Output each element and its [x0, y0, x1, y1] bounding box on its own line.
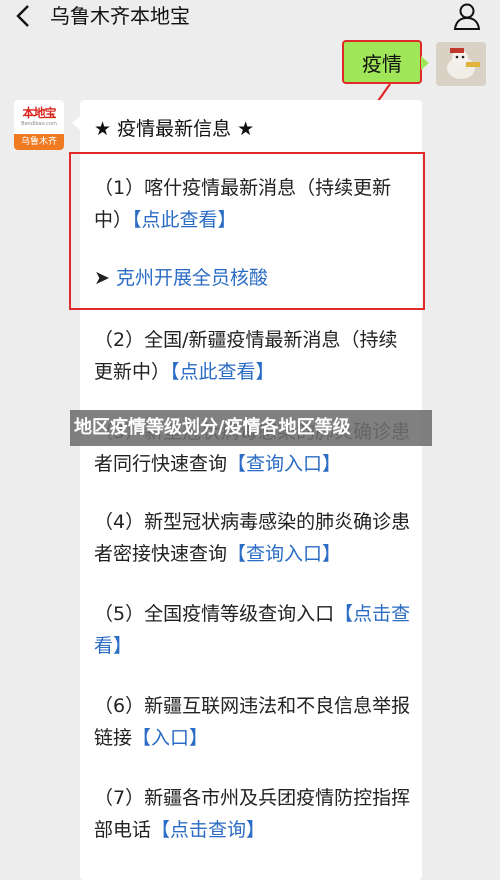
- message-title: ★ 疫情最新信息 ★: [94, 118, 255, 140]
- list-item: （4）新型冠状病毒感染的肺炎确诊患者密接快速查询【查询入口】: [94, 506, 412, 570]
- item-link[interactable]: 【点击查询】: [151, 819, 265, 841]
- outgoing-message-bubble[interactable]: 疫情: [342, 40, 429, 84]
- item-text: ➤: [94, 267, 116, 289]
- logo-subtext: Bendibao.com: [21, 121, 57, 127]
- item-link[interactable]: 【入口】: [132, 727, 208, 749]
- item-link[interactable]: 【查询入口】: [227, 453, 341, 475]
- overlay-caption-text: 地区疫情等级划分/疫情各地区等级: [74, 417, 351, 438]
- list-item: （2）全国/新疆疫情最新消息（持续更新中）【点此查看】: [94, 324, 412, 388]
- chat-header: 乌鲁木齐本地宝: [0, 0, 500, 34]
- logo-band: 乌鲁木齐: [14, 134, 64, 150]
- list-item: （5）全国疫情等级查询入口【点击查看】: [94, 598, 412, 662]
- back-button[interactable]: [10, 2, 38, 30]
- outgoing-message-text: 疫情: [362, 51, 402, 76]
- profile-button[interactable]: [452, 2, 482, 30]
- logo-text: 本地宝: [22, 106, 56, 120]
- user-avatar-image: [436, 42, 486, 86]
- item-link[interactable]: 克州开展全员核酸: [116, 267, 268, 289]
- list-item: （1）喀什疫情最新消息（持续更新中）【点此查看】: [94, 172, 412, 236]
- item-link[interactable]: 【点此查看】: [170, 361, 275, 383]
- user-avatar[interactable]: [436, 42, 486, 86]
- chevron-left-icon: [16, 5, 29, 27]
- list-item: （6）新疆互联网违法和不良信息举报链接【入口】: [94, 690, 412, 754]
- person-icon: [453, 3, 481, 30]
- bendibao-avatar[interactable]: 本地宝 Bendibao.com 乌鲁木齐: [14, 100, 64, 150]
- chat-title: 乌鲁木齐本地宝: [50, 4, 190, 28]
- list-item: ➤ 克州开展全员核酸: [94, 262, 412, 294]
- list-item: （7）新疆各市州及兵团疫情防控指挥部电话【点击查询】: [94, 782, 412, 846]
- item-link[interactable]: 【点此查看】: [132, 209, 237, 231]
- item-link[interactable]: 【查询入口】: [227, 543, 341, 565]
- item-text: （5）全国疫情等级查询入口: [94, 603, 335, 625]
